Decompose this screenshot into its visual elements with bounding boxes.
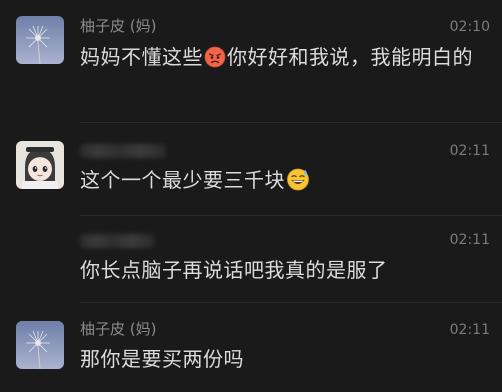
message-text: 你长点脑子再说话吧我真的是服了 (80, 255, 482, 285)
sender-name: 柚子皮 (妈) (80, 320, 157, 338)
message-text: 那你是要买两份吗 (80, 344, 482, 374)
message-time: 02:11 (449, 232, 490, 248)
sender-name-redacted (80, 144, 166, 158)
chat-message[interactable]: 02:11 这个一个最少要三千块 (0, 123, 502, 215)
grinning-sweat-emoji (286, 167, 310, 199)
cartoon-girl-avatar[interactable] (16, 141, 64, 189)
chat-message[interactable]: 柚子皮 (妈) 02:10 妈妈不懂这些 你好好和我说，我能明白的 (0, 0, 502, 122)
message-time: 02:10 (449, 19, 490, 35)
message-text-part: 那你是要买两份吗 (80, 347, 244, 371)
message-time: 02:11 (449, 143, 490, 159)
chat-message[interactable]: 柚子皮 (妈) 02:11 那你是要买两份吗 (0, 303, 502, 392)
message-text-part: 你长点脑子再说话吧我真的是服了 (80, 258, 388, 282)
dandelion-avatar[interactable] (16, 321, 64, 369)
sender-name: 柚子皮 (妈) (80, 17, 157, 35)
dandelion-avatar[interactable] (16, 16, 64, 64)
message-text-part: 这个一个最少要三千块 (80, 168, 285, 192)
message-time: 02:11 (449, 322, 490, 338)
sender-name-redacted (80, 234, 154, 248)
angry-face-emoji (204, 46, 226, 76)
chat-message-list: 柚子皮 (妈) 02:10 妈妈不懂这些 你好好和我说，我能明白的 02:11 … (0, 0, 502, 392)
message-text-part: 你好好和我说，我能明白的 (227, 45, 473, 69)
message-text: 这个一个最少要三千块 (80, 165, 482, 199)
message-text-part: 妈妈不懂这些 (80, 45, 203, 69)
message-text: 妈妈不懂这些 你好好和我说，我能明白的 (80, 42, 482, 76)
chat-message[interactable]: 02:11 你长点脑子再说话吧我真的是服了 (0, 216, 502, 302)
